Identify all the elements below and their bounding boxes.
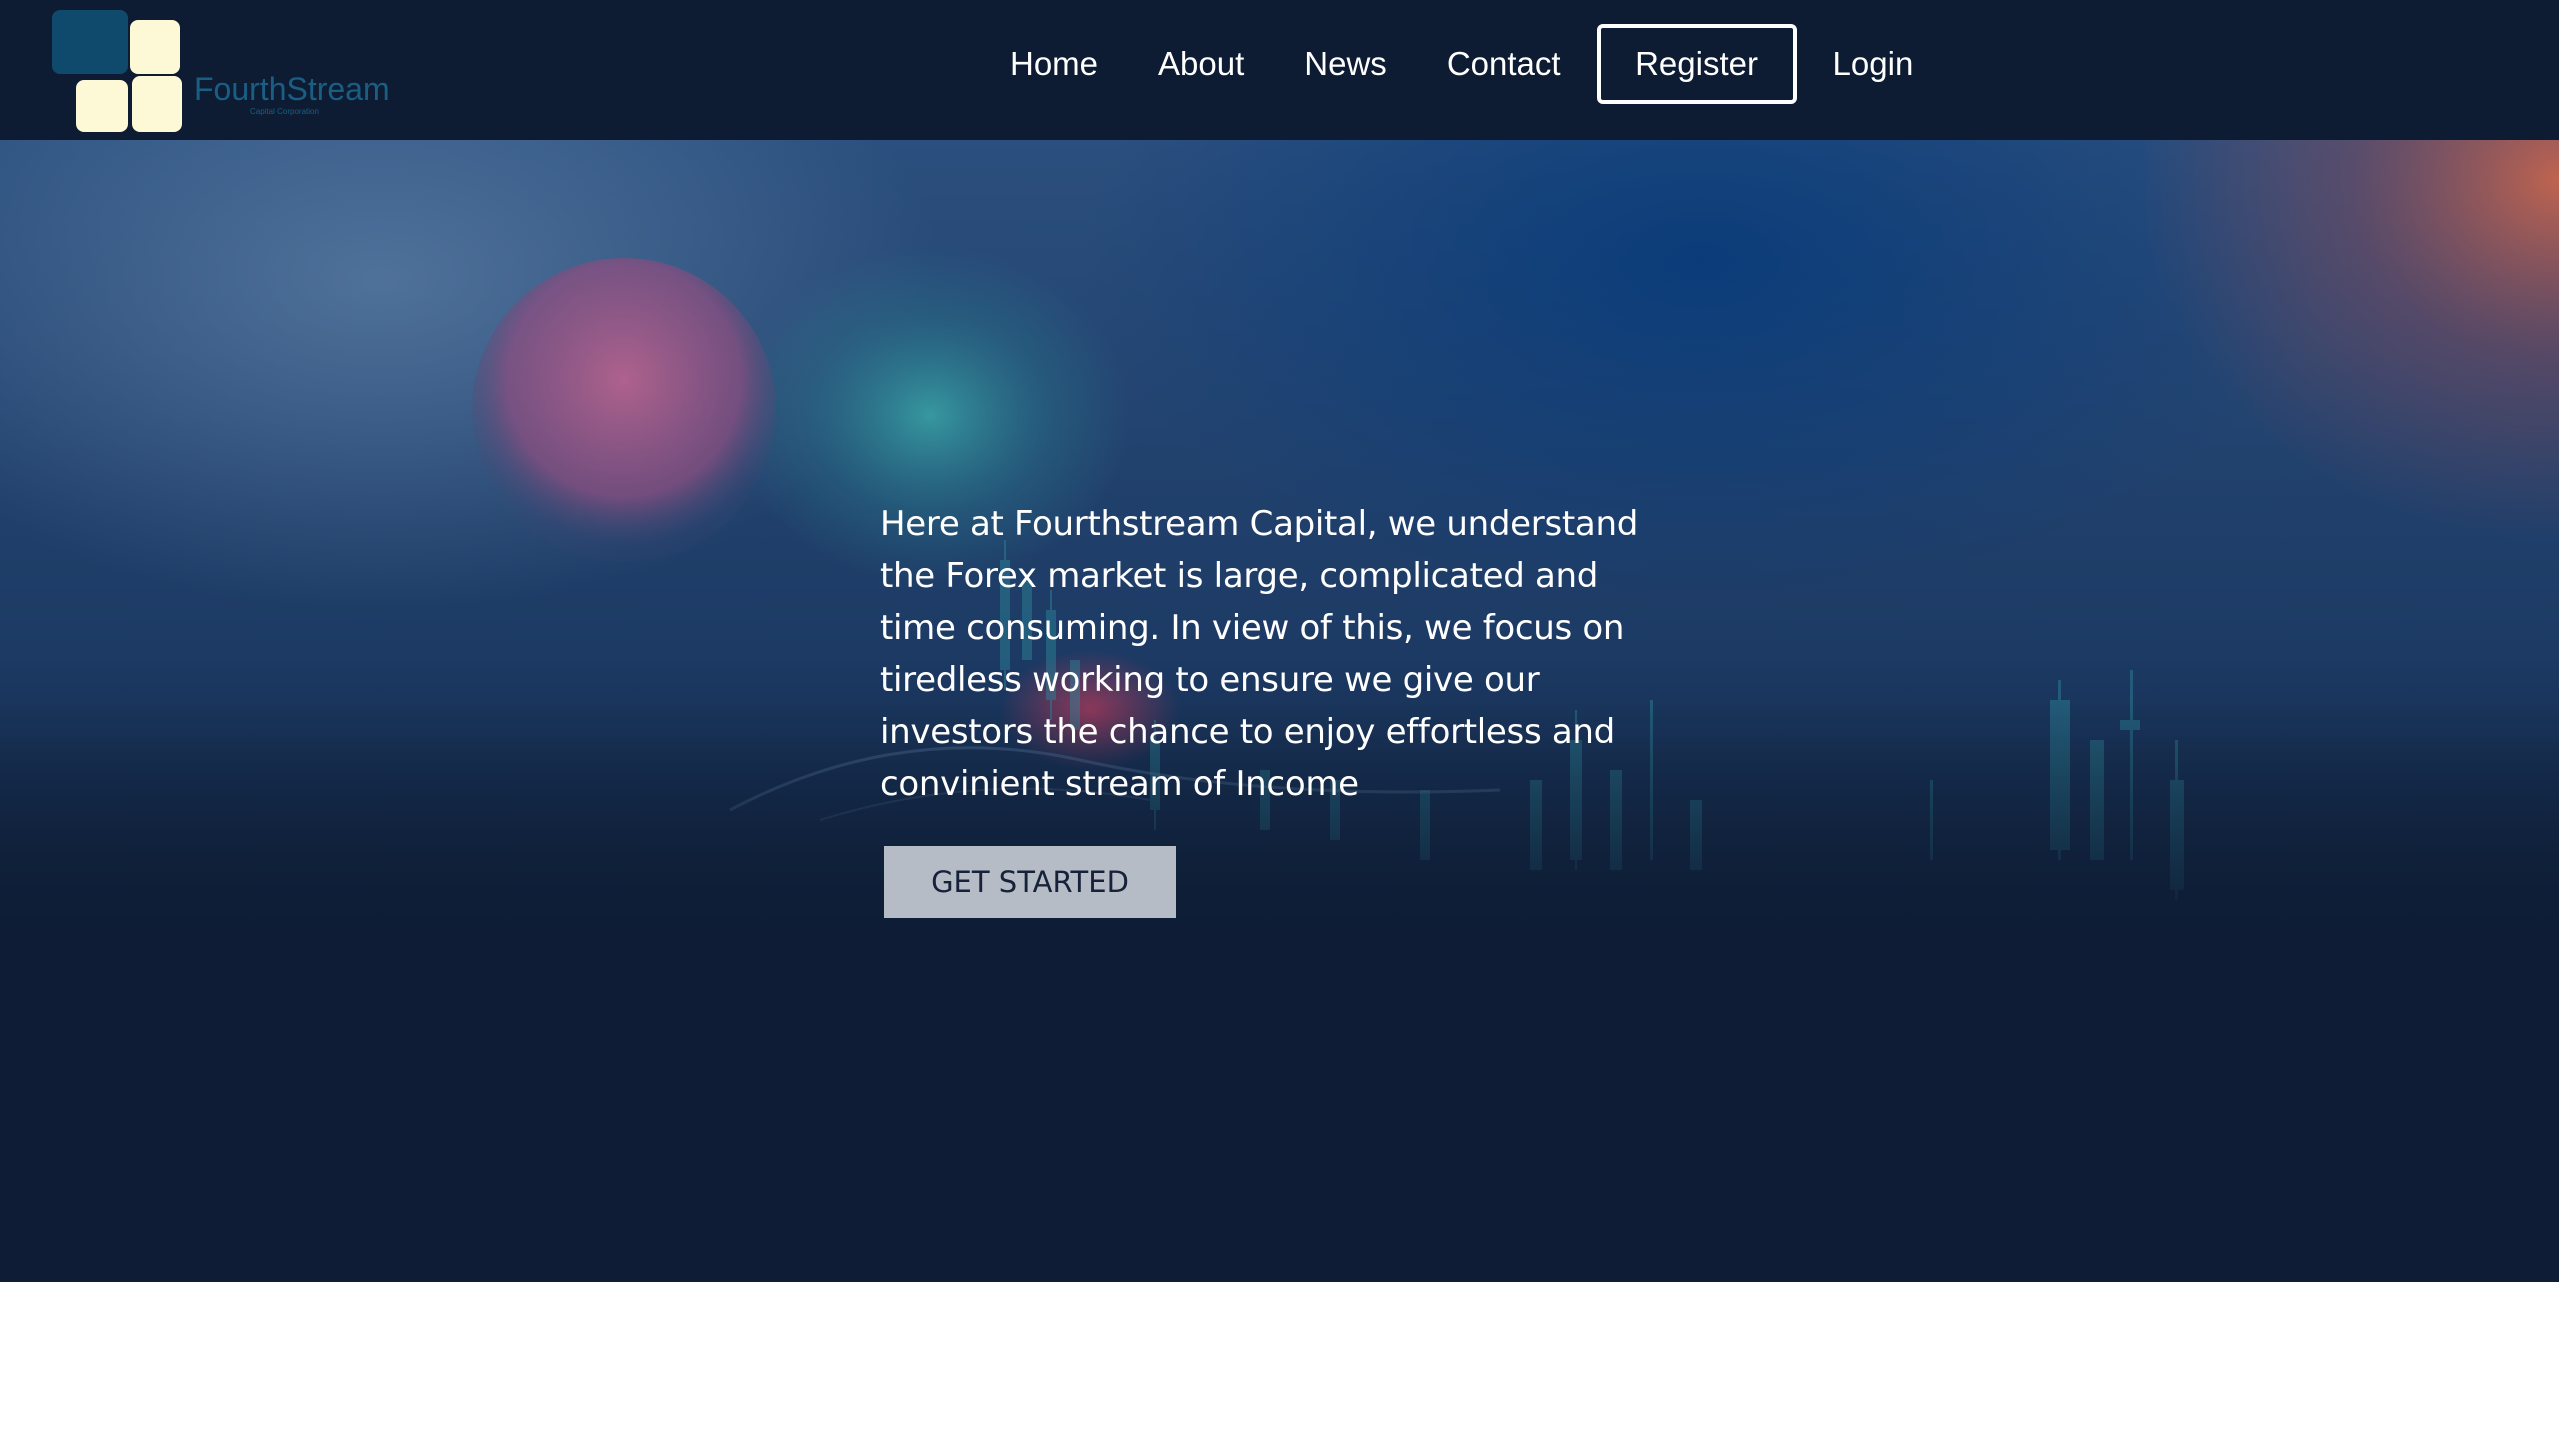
nav-about-link[interactable]: About	[1158, 45, 1244, 83]
brand-wordmark: FourthStream	[194, 71, 390, 107]
nav-news-link[interactable]: News	[1304, 45, 1387, 83]
brand-tagline: Capital Corporation	[250, 107, 319, 116]
get-started-button[interactable]: GET STARTED	[884, 846, 1176, 918]
nav-login-link[interactable]: Login	[1833, 45, 1914, 83]
main-nav: Home About News Contact Register Login	[1010, 24, 1913, 104]
content-area-below-hero	[0, 1282, 2559, 1430]
hero-description: Here at Fourthstream Capital, we underst…	[880, 504, 1638, 804]
hero-section: Here at Fourthstream Capital, we underst…	[0, 140, 2559, 1282]
brand-logo[interactable]: FourthStream Capital Corporation	[52, 8, 412, 132]
nav-home-link[interactable]: Home	[1010, 45, 1098, 83]
nav-register-button[interactable]: Register	[1596, 24, 1797, 104]
nav-contact-link[interactable]: Contact	[1447, 45, 1561, 83]
fourthstream-logo-mark: FourthStream Capital Corporation	[52, 10, 390, 132]
top-navbar: FourthStream Capital Corporation Home Ab…	[0, 0, 2559, 140]
